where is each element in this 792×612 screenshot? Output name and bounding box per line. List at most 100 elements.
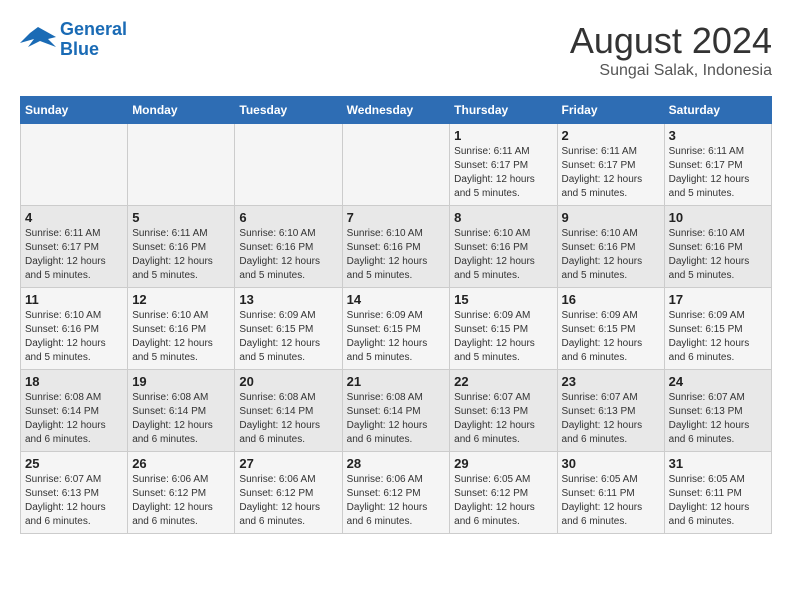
day-header-friday: Friday — [557, 97, 664, 124]
day-info: Sunrise: 6:06 AM Sunset: 6:12 PM Dayligh… — [347, 473, 446, 529]
day-info: Sunrise: 6:08 AM Sunset: 6:14 PM Dayligh… — [347, 391, 446, 447]
calendar-cell: 14 Sunrise: 6:09 AM Sunset: 6:15 PM Dayli… — [342, 288, 450, 370]
day-header-thursday: Thursday — [450, 97, 557, 124]
day-number: 21 — [347, 374, 446, 389]
logo: General Blue — [20, 20, 127, 60]
calendar-cell: 4Sunrise: 6:11 AM Sunset: 6:17 PM Daylig… — [21, 206, 128, 288]
calendar-cell: 26 Sunrise: 6:06 AM Sunset: 6:12 PM Dayli… — [128, 452, 235, 534]
day-number: 26 — [132, 456, 230, 471]
day-number: 10 — [669, 210, 767, 225]
calendar-cell: 20Sunrise: 6:08 AM Sunset: 6:14 PM Dayli… — [235, 370, 342, 452]
day-number: 16 — [562, 292, 660, 307]
week-row-5: 25 Sunrise: 6:07 AM Sunset: 6:13 PM Dayli… — [21, 452, 772, 534]
day-info: Sunrise: 6:10 AM Sunset: 6:16 PM Dayligh… — [132, 309, 230, 365]
day-info: Sunrise: 6:10 AM Sunset: 6:16 PM Dayligh… — [562, 227, 660, 283]
calendar-cell: 24Sunrise: 6:07 AM Sunset: 6:13 PM Dayli… — [664, 370, 771, 452]
main-title: August 2024 — [570, 20, 772, 62]
day-header-tuesday: Tuesday — [235, 97, 342, 124]
day-number: 28 — [347, 456, 446, 471]
day-info: Sunrise: 6:11 AM Sunset: 6:17 PM Dayligh… — [562, 145, 660, 201]
day-number: 30 — [562, 456, 660, 471]
day-info: Sunrise: 6:11 AM Sunset: 6:17 PM Dayligh… — [669, 145, 767, 201]
calendar-cell: 7 Sunrise: 6:10 AM Sunset: 6:16 PM Daylig… — [342, 206, 450, 288]
day-info: Sunrise: 6:09 AM Sunset: 6:15 PM Dayligh… — [454, 309, 552, 365]
week-row-1: 1 Sunrise: 6:11 AM Sunset: 6:17 PM Daylig… — [21, 124, 772, 206]
header-row: SundayMondayTuesdayWednesdayThursdayFrid… — [21, 97, 772, 124]
calendar-header: SundayMondayTuesdayWednesdayThursdayFrid… — [21, 97, 772, 124]
week-row-3: 11 Sunrise: 6:10 AM Sunset: 6:16 PM Dayli… — [21, 288, 772, 370]
day-info: Sunrise: 6:11 AM Sunset: 6:16 PM Dayligh… — [132, 227, 230, 283]
day-header-saturday: Saturday — [664, 97, 771, 124]
day-number: 27 — [239, 456, 337, 471]
day-number: 12 — [132, 292, 230, 307]
calendar-cell: 10Sunrise: 6:10 AM Sunset: 6:16 PM Dayli… — [664, 206, 771, 288]
title-block: August 2024 Sungai Salak, Indonesia — [570, 20, 772, 80]
calendar-cell — [342, 124, 450, 206]
day-info: Sunrise: 6:10 AM Sunset: 6:16 PM Dayligh… — [25, 309, 123, 365]
day-number: 29 — [454, 456, 552, 471]
calendar-cell: 30Sunrise: 6:05 AM Sunset: 6:11 PM Dayli… — [557, 452, 664, 534]
calendar-cell: 18Sunrise: 6:08 AM Sunset: 6:14 PM Dayli… — [21, 370, 128, 452]
day-info: Sunrise: 6:09 AM Sunset: 6:15 PM Dayligh… — [239, 309, 337, 365]
day-number: 5 — [132, 210, 230, 225]
calendar-cell: 1 Sunrise: 6:11 AM Sunset: 6:17 PM Daylig… — [450, 124, 557, 206]
day-info: Sunrise: 6:10 AM Sunset: 6:16 PM Dayligh… — [347, 227, 446, 283]
day-number: 8 — [454, 210, 552, 225]
calendar-cell: 27Sunrise: 6:06 AM Sunset: 6:12 PM Dayli… — [235, 452, 342, 534]
day-info: Sunrise: 6:07 AM Sunset: 6:13 PM Dayligh… — [562, 391, 660, 447]
calendar-cell: 5 Sunrise: 6:11 AM Sunset: 6:16 PM Daylig… — [128, 206, 235, 288]
day-number: 1 — [454, 128, 552, 143]
day-info: Sunrise: 6:11 AM Sunset: 6:17 PM Dayligh… — [454, 145, 552, 201]
day-number: 18 — [25, 374, 123, 389]
day-number: 25 — [25, 456, 123, 471]
day-info: Sunrise: 6:11 AM Sunset: 6:17 PM Dayligh… — [25, 227, 123, 283]
day-header-sunday: Sunday — [21, 97, 128, 124]
calendar-cell: 22 Sunrise: 6:07 AM Sunset: 6:13 PM Dayli… — [450, 370, 557, 452]
calendar-cell: 8 Sunrise: 6:10 AM Sunset: 6:16 PM Daylig… — [450, 206, 557, 288]
day-number: 6 — [239, 210, 337, 225]
day-number: 15 — [454, 292, 552, 307]
calendar-cell: 6 Sunrise: 6:10 AM Sunset: 6:16 PM Daylig… — [235, 206, 342, 288]
calendar-cell: 15 Sunrise: 6:09 AM Sunset: 6:15 PM Dayli… — [450, 288, 557, 370]
day-number: 7 — [347, 210, 446, 225]
day-info: Sunrise: 6:09 AM Sunset: 6:15 PM Dayligh… — [669, 309, 767, 365]
calendar-cell: 3 Sunrise: 6:11 AM Sunset: 6:17 PM Daylig… — [664, 124, 771, 206]
day-info: Sunrise: 6:07 AM Sunset: 6:13 PM Dayligh… — [25, 473, 123, 529]
day-number: 17 — [669, 292, 767, 307]
logo-text: General Blue — [60, 20, 127, 60]
day-header-wednesday: Wednesday — [342, 97, 450, 124]
calendar-cell: 13 Sunrise: 6:09 AM Sunset: 6:15 PM Dayli… — [235, 288, 342, 370]
calendar-cell — [128, 124, 235, 206]
calendar-cell: 9 Sunrise: 6:10 AM Sunset: 6:16 PM Daylig… — [557, 206, 664, 288]
day-number: 31 — [669, 456, 767, 471]
day-info: Sunrise: 6:05 AM Sunset: 6:12 PM Dayligh… — [454, 473, 552, 529]
day-info: Sunrise: 6:10 AM Sunset: 6:16 PM Dayligh… — [454, 227, 552, 283]
day-number: 14 — [347, 292, 446, 307]
calendar-cell: 29 Sunrise: 6:05 AM Sunset: 6:12 PM Dayli… — [450, 452, 557, 534]
calendar-cell — [21, 124, 128, 206]
day-info: Sunrise: 6:09 AM Sunset: 6:15 PM Dayligh… — [347, 309, 446, 365]
day-info: Sunrise: 6:08 AM Sunset: 6:14 PM Dayligh… — [132, 391, 230, 447]
day-number: 11 — [25, 292, 123, 307]
calendar-cell: 12 Sunrise: 6:10 AM Sunset: 6:16 PM Dayli… — [128, 288, 235, 370]
calendar-cell: 16Sunrise: 6:09 AM Sunset: 6:15 PM Dayli… — [557, 288, 664, 370]
day-info: Sunrise: 6:10 AM Sunset: 6:16 PM Dayligh… — [239, 227, 337, 283]
calendar-cell: 11 Sunrise: 6:10 AM Sunset: 6:16 PM Dayli… — [21, 288, 128, 370]
day-number: 23 — [562, 374, 660, 389]
calendar-cell — [235, 124, 342, 206]
day-number: 9 — [562, 210, 660, 225]
subtitle: Sungai Salak, Indonesia — [570, 62, 772, 80]
day-number: 19 — [132, 374, 230, 389]
day-number: 22 — [454, 374, 552, 389]
calendar-cell: 23 Sunrise: 6:07 AM Sunset: 6:13 PM Dayli… — [557, 370, 664, 452]
day-header-monday: Monday — [128, 97, 235, 124]
calendar-cell: 28 Sunrise: 6:06 AM Sunset: 6:12 PM Dayli… — [342, 452, 450, 534]
day-number: 13 — [239, 292, 337, 307]
calendar-cell: 31Sunrise: 6:05 AM Sunset: 6:11 PM Dayli… — [664, 452, 771, 534]
calendar-body: 1 Sunrise: 6:11 AM Sunset: 6:17 PM Daylig… — [21, 124, 772, 534]
day-number: 24 — [669, 374, 767, 389]
calendar-cell: 17 Sunrise: 6:09 AM Sunset: 6:15 PM Dayli… — [664, 288, 771, 370]
day-number: 3 — [669, 128, 767, 143]
day-info: Sunrise: 6:06 AM Sunset: 6:12 PM Dayligh… — [132, 473, 230, 529]
day-info: Sunrise: 6:07 AM Sunset: 6:13 PM Dayligh… — [454, 391, 552, 447]
